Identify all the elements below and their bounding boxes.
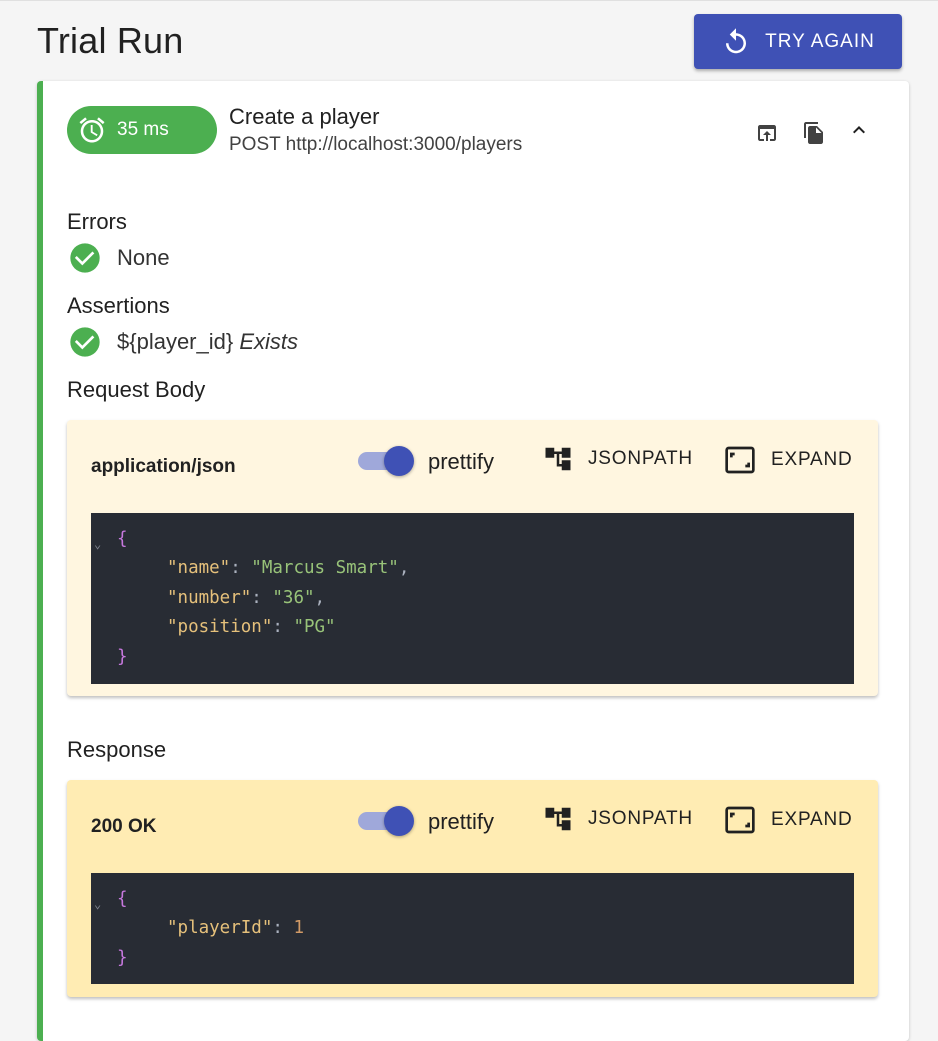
json-close-brace: } [117, 647, 128, 667]
fullscreen-icon [725, 806, 755, 834]
chevron-up-icon[interactable] [847, 118, 871, 142]
errors-heading: Errors [67, 209, 127, 234]
open-in-new-icon[interactable] [755, 121, 779, 145]
copy-icon[interactable] [802, 121, 826, 145]
page-title: Trial Run [37, 20, 184, 61]
request-body-heading: Request Body [67, 377, 206, 402]
jsonpath-button[interactable]: JSONPATH [542, 444, 693, 474]
prettify-toggle[interactable] [358, 446, 416, 476]
prettify-label: prettify [428, 809, 495, 834]
fold-toggle-icon[interactable]: ⌄ [94, 897, 101, 911]
check-circle-icon [70, 327, 100, 357]
content-type: application/json [91, 456, 236, 477]
toggle-knob [384, 446, 414, 476]
errors-row: None [69, 242, 170, 274]
response-heading: Response [67, 737, 167, 762]
assertion-condition: Exists [239, 329, 299, 354]
json-line: "position": "PG" [167, 617, 336, 637]
check-circle-icon [70, 243, 100, 273]
try-again-button[interactable]: TRY AGAIN [694, 14, 902, 69]
tree-structure-icon [545, 447, 571, 471]
assertion-row: ${player_id} Exists [69, 326, 298, 358]
assertion-variable: ${player_id} [117, 329, 234, 354]
request-body-panel: application/json prettify JSONPATH EXPAN… [67, 420, 878, 696]
top-divider [0, 0, 938, 1]
prettify-label: prettify [428, 449, 495, 474]
request-method-url: POST http://localhost:3000/players [229, 134, 523, 155]
try-again-label: TRY AGAIN [765, 30, 875, 52]
expand-button[interactable]: EXPAND [723, 804, 853, 836]
json-line: "number": "36", [167, 588, 326, 608]
refresh-icon [726, 27, 747, 53]
json-line: "name": "Marcus Smart", [167, 558, 410, 578]
duration-text: 35 ms [117, 119, 169, 140]
json-close-brace: } [117, 948, 128, 968]
response-status: 200 OK [91, 816, 157, 837]
jsonpath-label: JSONPATH [588, 448, 693, 469]
jsonpath-button[interactable]: JSONPATH [542, 804, 693, 834]
tree-structure-icon [545, 807, 571, 831]
response-panel: 200 OK prettify JSONPATH EXPAND ⌄ { "pla… [67, 780, 878, 997]
prettify-toggle[interactable] [358, 806, 416, 836]
expand-label: EXPAND [771, 449, 853, 470]
request-name: Create a player [229, 104, 380, 129]
fullscreen-icon [725, 446, 755, 474]
json-line: "playerId": 1 [167, 918, 304, 938]
duration-badge: 35 ms [67, 106, 217, 154]
expand-button[interactable]: EXPAND [723, 444, 853, 476]
fold-toggle-icon[interactable]: ⌄ [94, 537, 101, 551]
errors-value: None [117, 245, 170, 270]
response-json-viewer[interactable]: ⌄ { "playerId": 1 } [91, 873, 854, 984]
json-open-brace: { [117, 889, 128, 909]
jsonpath-label: JSONPATH [588, 808, 693, 829]
assertions-heading: Assertions [67, 293, 170, 318]
request-json-viewer[interactable]: ⌄ { "name": "Marcus Smart", "number": "3… [91, 513, 854, 684]
alarm-clock-icon [79, 117, 105, 143]
expand-label: EXPAND [771, 809, 853, 830]
toggle-knob [384, 806, 414, 836]
json-open-brace: { [117, 529, 128, 549]
